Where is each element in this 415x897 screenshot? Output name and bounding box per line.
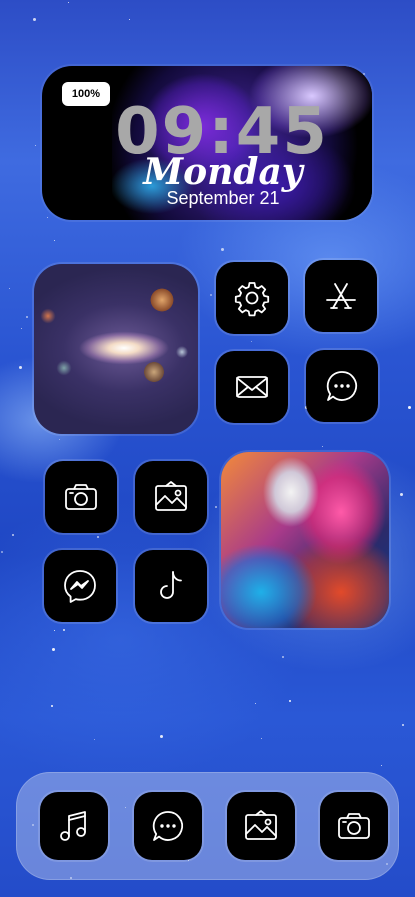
star <box>19 366 22 369</box>
dock-messages-app[interactable] <box>134 792 202 860</box>
star <box>261 738 262 739</box>
star <box>221 248 224 251</box>
dock-camera-app[interactable] <box>320 792 388 860</box>
tiktok-icon <box>160 571 182 599</box>
camera-icon <box>65 484 97 510</box>
music-icon <box>60 811 86 841</box>
star <box>282 656 284 658</box>
star <box>68 2 69 3</box>
star <box>402 724 404 726</box>
star <box>63 629 65 631</box>
star <box>215 506 217 508</box>
message-icon <box>152 811 184 841</box>
star <box>47 217 48 218</box>
messages-app[interactable] <box>306 350 378 422</box>
astronaut-photo-widget[interactable] <box>221 452 389 628</box>
dock <box>16 772 399 880</box>
dock-photos-app[interactable] <box>227 792 295 860</box>
star <box>129 19 130 20</box>
star <box>35 145 36 146</box>
galaxy-photo-widget[interactable] <box>34 264 198 434</box>
star <box>12 534 14 536</box>
star <box>400 493 403 496</box>
star <box>26 316 28 318</box>
app-store-app[interactable] <box>305 260 377 332</box>
messenger-app[interactable] <box>44 550 116 622</box>
star <box>408 406 411 409</box>
settings-app[interactable] <box>216 262 288 334</box>
star <box>54 630 55 631</box>
photos-icon <box>245 810 277 840</box>
clock-widget[interactable]: 100% 09:45 Monday September 21 <box>42 66 372 220</box>
tiktok-app[interactable] <box>135 550 207 622</box>
star <box>289 700 291 702</box>
gear-icon <box>234 282 270 317</box>
message-icon <box>326 371 358 401</box>
star <box>59 439 60 440</box>
star <box>251 341 252 342</box>
mail-app[interactable] <box>216 351 288 423</box>
camera-app[interactable] <box>45 461 117 533</box>
star <box>21 328 22 329</box>
star <box>51 705 53 707</box>
photos-icon <box>155 481 187 511</box>
star <box>97 536 99 538</box>
star <box>322 446 323 447</box>
star <box>94 739 95 740</box>
star <box>255 703 256 704</box>
app-store-icon <box>326 283 356 309</box>
star <box>210 294 212 296</box>
star <box>1 551 3 553</box>
star <box>52 648 55 651</box>
camera-icon <box>338 813 370 839</box>
dock-music-app[interactable] <box>40 792 108 860</box>
star <box>381 765 382 766</box>
star <box>54 240 55 241</box>
star <box>160 735 163 738</box>
star <box>33 18 36 21</box>
photos-app[interactable] <box>135 461 207 533</box>
mail-icon <box>236 376 268 398</box>
star <box>9 288 10 289</box>
messenger-icon <box>64 570 96 603</box>
clock-date: September 21 <box>166 188 280 208</box>
